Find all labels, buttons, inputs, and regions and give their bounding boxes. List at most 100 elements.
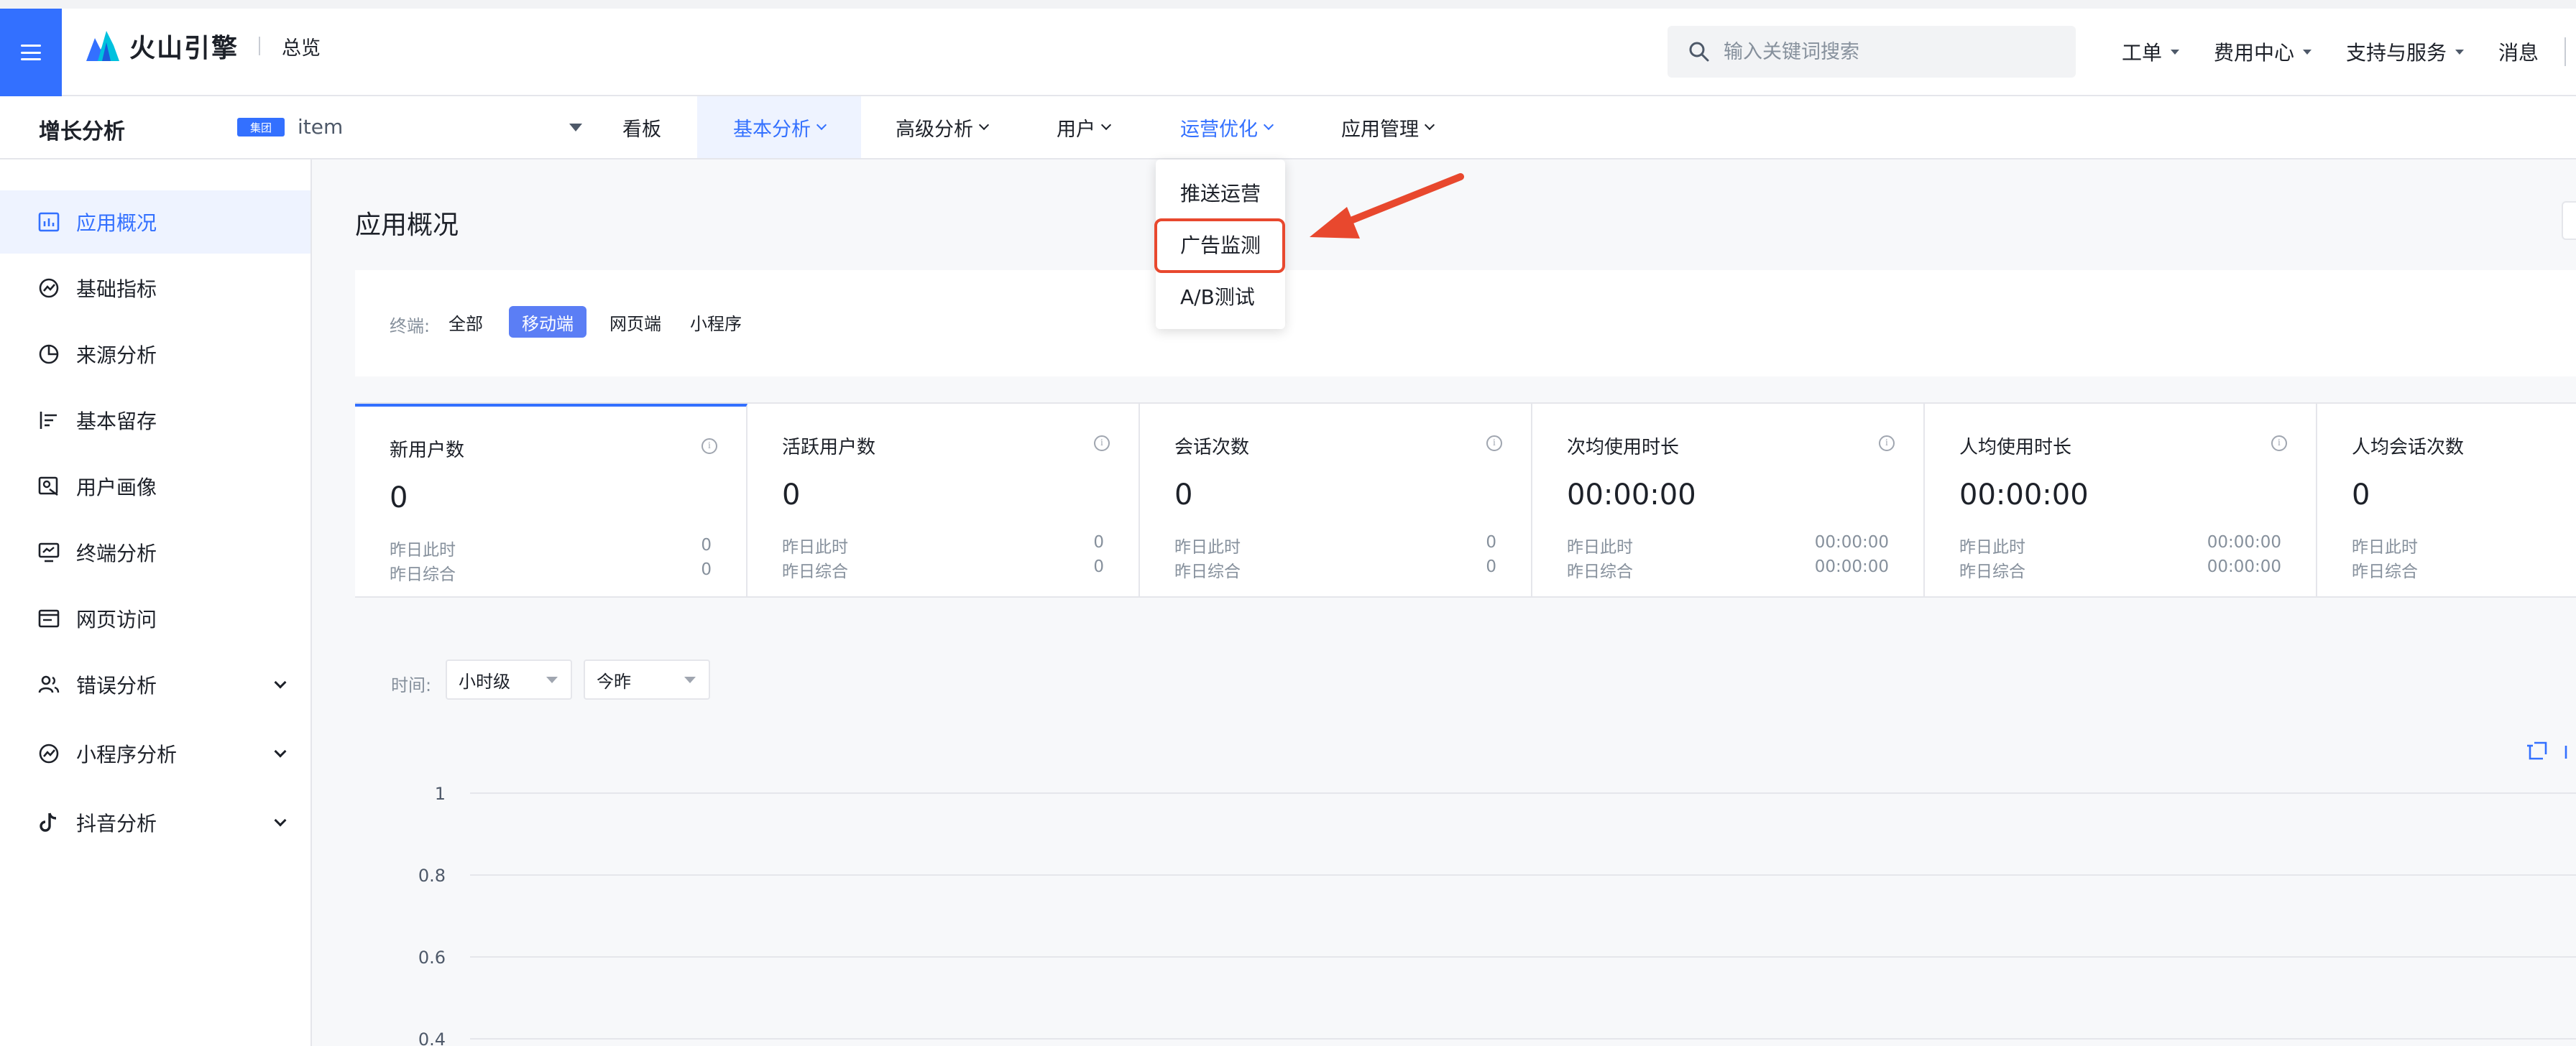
top-bar: 火山引擎 总览 工单 费用中心 支持与服务 消息 [0, 0, 2576, 96]
metric-sub-label: 昨日此时 [782, 538, 848, 557]
nav-messages[interactable]: 消息 [2498, 37, 2539, 66]
logo-text: 火山引擎 [129, 34, 239, 63]
y-axis: 1 0.8 0.6 0.4 [418, 784, 2576, 1046]
sidebar-item-label: 用户画像 [76, 476, 157, 499]
caret-down-icon [2455, 49, 2465, 55]
metric-value: 0 [390, 481, 408, 514]
metric-value: 0 [2352, 478, 2370, 512]
metric-card-sessions[interactable]: 会话次数 i 0 昨日此时 0 昨日综合 0 [1140, 404, 1532, 598]
metric-sub-label: 昨日综合 [1959, 563, 2025, 581]
metric-card-avg-session-duration[interactable]: 次均使用时长 i 00:00:00 昨日此时 00:00:00 昨日综合 00:… [1532, 404, 1925, 598]
nav-support[interactable]: 支持与服务 [2346, 37, 2465, 66]
metric-sub-value: 0 [1093, 557, 1104, 576]
sidebar-item-source-analysis[interactable]: 来源分析 [0, 323, 310, 386]
metric-sub-value: 00:00:00 [1814, 557, 1889, 576]
chevron-down-icon [1424, 119, 1435, 131]
sidebar: 应用概况 基础指标 来源分析 基本留存 用户画像 终端分析 网页访问 错误分析 … [0, 159, 312, 1046]
tab-app-management[interactable]: 应用管理 [1341, 96, 1435, 158]
tab-users[interactable]: 用户 [1057, 96, 1112, 158]
metric-sub-label: 昨日综合 [390, 565, 456, 584]
terminal-option-all[interactable]: 全部 [436, 306, 496, 338]
sidebar-item-retention[interactable]: 基本留存 [0, 389, 310, 452]
sidebar-item-user-profile[interactable]: 用户画像 [0, 455, 310, 518]
users-icon [38, 675, 60, 693]
granularity-select[interactable]: 小时级 [446, 659, 572, 700]
sidebar-item-label: 错误分析 [76, 674, 157, 698]
metric-sub-label: 昨日综合 [782, 563, 848, 581]
metric-card-avg-sessions-per-user[interactable]: 人均会话次数 0 昨日此时 昨日综合 [2317, 404, 2576, 598]
tab-advanced-analysis[interactable]: 高级分析 [896, 96, 990, 158]
sidebar-item-basic-metrics[interactable]: 基础指标 [0, 256, 310, 320]
menu-toggle-button[interactable] [0, 9, 62, 96]
sidebar-item-label: 网页访问 [76, 608, 157, 631]
sidebar-item-miniapp-analysis[interactable]: 小程序分析 [0, 722, 310, 785]
terminal-option-miniapp[interactable]: 小程序 [677, 306, 755, 338]
terminal-option-mobile[interactable]: 移动端 [509, 306, 586, 338]
y-tick-label: 0.6 [418, 948, 446, 968]
chevron-down-icon [1100, 119, 1112, 131]
metric-sub-value: 00:00:00 [2207, 557, 2281, 576]
search-input[interactable] [1724, 40, 2054, 63]
nav-ticket[interactable]: 工单 [2122, 37, 2180, 66]
browser-strip [0, 0, 2576, 9]
overview-link[interactable]: 总览 [282, 32, 321, 60]
tab-basic-analysis[interactable]: 基本分析 [697, 96, 861, 158]
chart-icon [38, 212, 60, 232]
nav-messages-label: 消息 [2498, 41, 2539, 65]
metric-sub-value: 0 [701, 560, 712, 579]
metric-title: 人均会话次数 [2352, 437, 2465, 458]
metric-card-active-users[interactable]: 活跃用户数 i 0 昨日此时 0 昨日综合 0 [748, 404, 1140, 598]
global-search[interactable] [1668, 26, 2076, 78]
metric-title: 活跃用户数 [782, 437, 876, 458]
sidebar-item-label: 应用概况 [76, 211, 157, 235]
caret-down-icon[interactable] [569, 124, 582, 131]
terminal-filter: 终端: 全部 移动端 网页端 小程序 [355, 270, 2576, 376]
metric-title: 次均使用时长 [1567, 437, 1680, 458]
metric-title: 会话次数 [1174, 437, 1250, 458]
granularity-value: 小时级 [459, 671, 510, 692]
logo-divider [259, 37, 261, 55]
metric-card-avg-user-duration[interactable]: 人均使用时长 i 00:00:00 昨日此时 00:00:00 昨日综合 00:… [1925, 404, 2317, 598]
sidebar-item-douyin-analysis[interactable]: 抖音分析 [0, 791, 310, 854]
app-root: 火山引擎 总览 工单 费用中心 支持与服务 消息 增长分析 集团 item [0, 0, 2576, 1046]
y-tick-label: 0.8 [418, 866, 446, 886]
tab-dashboard[interactable]: 看板 [622, 96, 661, 158]
metric-sub-value: 00:00:00 [1814, 533, 1889, 552]
product-title: 增长分析 [39, 119, 125, 144]
main-content: 应用概况 终端: 全部 移动端 网页端 小程序 新用户数 i 0 昨日此时 0 … [312, 159, 2576, 1046]
menu-item-push-operations[interactable]: 推送运营 [1180, 178, 1261, 207]
app-selector[interactable]: item [298, 115, 343, 139]
sidebar-item-label: 基本留存 [76, 409, 157, 433]
group-badge: 集团 [237, 118, 285, 136]
brand-logo[interactable]: 火山引擎 总览 [85, 26, 321, 66]
date-range-button[interactable] [2562, 201, 2576, 240]
metric-title: 人均使用时长 [1959, 437, 2072, 458]
terminal-option-web[interactable]: 网页端 [597, 306, 674, 338]
caret-down-icon [2303, 49, 2312, 55]
terminal-label: 终端: [390, 316, 431, 336]
metric-sub-value: 0 [1093, 533, 1104, 552]
sidebar-item-label: 来源分析 [76, 343, 157, 367]
info-icon[interactable]: i [1486, 435, 1502, 451]
sidebar-item-label: 基础指标 [76, 277, 157, 301]
metric-sub-value: 0 [1486, 557, 1496, 576]
chevron-down-icon [816, 119, 827, 131]
info-icon[interactable]: i [2271, 435, 2287, 451]
info-icon[interactable]: i [1879, 435, 1895, 451]
info-icon[interactable]: i [702, 438, 717, 454]
tab-operations[interactable]: 运营优化 [1180, 96, 1274, 158]
sidebar-item-web-visits[interactable]: 网页访问 [0, 587, 310, 650]
nav-billing[interactable]: 费用中心 [2214, 37, 2312, 66]
caret-down-icon [546, 677, 558, 683]
caret-down-icon [684, 677, 696, 683]
metric-sub-label: 昨日此时 [1959, 538, 2025, 557]
sidebar-item-error-analysis[interactable]: 错误分析 [0, 653, 310, 716]
compare-select[interactable]: 今昨 [584, 659, 710, 700]
menu-item-ab-testing[interactable]: A/B测试 [1180, 282, 1255, 310]
sidebar-item-app-overview[interactable]: 应用概况 [0, 190, 310, 254]
metric-card-new-users[interactable]: 新用户数 i 0 昨日此时 0 昨日综合 0 [355, 404, 748, 598]
sidebar-item-terminal-analysis[interactable]: 终端分析 [0, 521, 310, 584]
miniapp-icon [39, 744, 59, 764]
info-icon[interactable]: i [1094, 435, 1110, 451]
bar-list-icon [40, 412, 57, 429]
